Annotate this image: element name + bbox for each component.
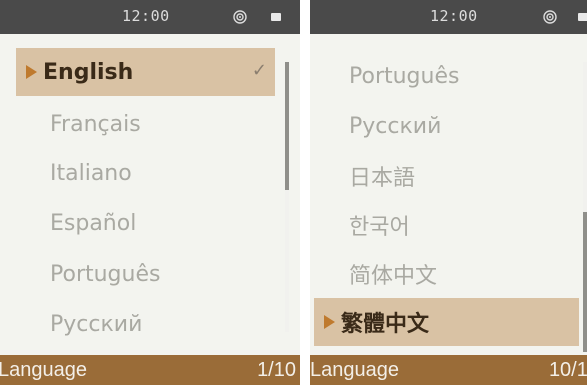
clock-time: 12:00 — [122, 7, 170, 25]
battery-icon — [271, 13, 281, 21]
selection-arrow-icon — [26, 65, 37, 79]
list-item-english[interactable]: English ✓ — [16, 48, 275, 96]
scrollbar-thumb[interactable] — [583, 212, 587, 352]
list-item-japanese[interactable]: 日本語 — [349, 152, 415, 200]
list-item-russian[interactable]: Русский — [349, 102, 441, 150]
list-item-spanish[interactable]: Español — [50, 199, 136, 247]
page-indicator: 10/10 — [548, 359, 587, 381]
list-item-simplified-chinese[interactable]: 简体中文 — [349, 250, 437, 298]
list-item-label: Français — [50, 111, 141, 137]
list-item-label: 简体中文 — [349, 264, 438, 289]
scrollbar-thumb[interactable] — [285, 62, 289, 190]
language-screen-right: 12:00 Português Русский 日本語 한국어 简体中文 繁體中… — [310, 0, 587, 385]
list-item-label: Español — [50, 210, 137, 236]
wifi-icon — [233, 10, 247, 24]
selection-arrow-icon — [324, 315, 335, 329]
footer-bar: Language 1/10 — [0, 355, 300, 385]
wifi-icon — [543, 10, 557, 24]
list-item-label: Italiano — [50, 160, 132, 186]
list-item-label: 한국어 — [349, 215, 410, 240]
list-item-russian[interactable]: Русский — [50, 300, 142, 348]
list-item-label: English — [43, 59, 134, 85]
list-item-label: Português — [349, 63, 460, 89]
clock-time: 12:00 — [430, 7, 478, 25]
scrollbar-track[interactable] — [285, 62, 289, 332]
list-item-label: 繁體中文 — [341, 312, 430, 337]
footer-title: Language — [0, 359, 87, 381]
status-bar: 12:00 — [0, 0, 300, 34]
list-item-label: Português — [50, 261, 161, 287]
list-item-italian[interactable]: Italiano — [50, 149, 132, 197]
footer-bar: Language 10/10 — [310, 355, 587, 385]
check-icon: ✓ — [251, 60, 267, 81]
list-item-french[interactable]: Français — [50, 100, 141, 148]
language-screen-left: 12:00 English ✓ Français Italiano Españo… — [0, 0, 300, 385]
scrollbar-track[interactable] — [583, 62, 587, 352]
footer-title: Language — [310, 359, 399, 381]
list-item-label: 日本語 — [349, 166, 416, 191]
battery-icon — [578, 13, 587, 21]
list-item-portuguese[interactable]: Português — [349, 52, 459, 100]
status-bar: 12:00 — [310, 0, 587, 34]
list-item-label: Русский — [349, 113, 442, 139]
list-item-portuguese[interactable]: Português — [50, 250, 160, 298]
list-item-traditional-chinese[interactable]: 繁體中文 — [314, 298, 579, 346]
list-item-korean[interactable]: 한국어 — [349, 201, 410, 249]
list-item-label: Русский — [50, 311, 143, 337]
page-indicator: 1/10 — [257, 359, 296, 381]
